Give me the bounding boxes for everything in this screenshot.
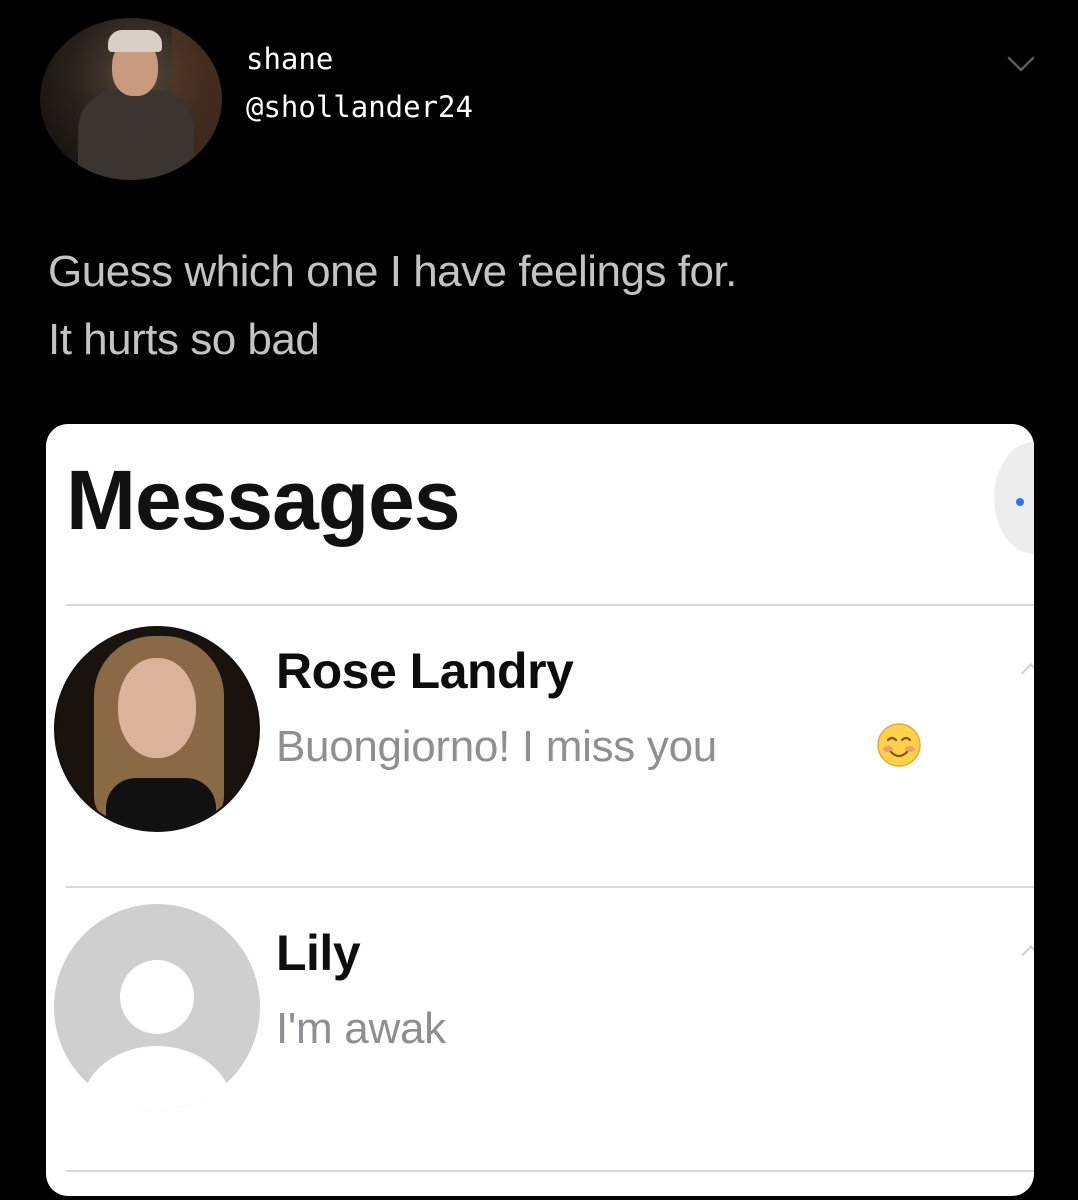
avatar-body — [78, 90, 194, 180]
avatar-face — [118, 658, 196, 758]
row-indicator-icon — [1021, 663, 1034, 683]
message-preview: I'm awak — [276, 1004, 446, 1053]
author-name[interactable]: shane — [246, 42, 333, 76]
tweet-header: shane @shollander24 — [40, 18, 1040, 183]
compose-button[interactable] — [994, 442, 1034, 554]
contact-name: Rose Landry — [276, 643, 574, 699]
avatar-body-shape — [82, 1046, 232, 1110]
chevron-down-icon[interactable] — [1006, 52, 1036, 76]
contact-avatar — [54, 626, 260, 832]
message-preview: Buongiorno! I miss you — [276, 722, 717, 771]
smiling-face-icon — [877, 723, 921, 767]
row-indicator-icon — [1021, 945, 1034, 965]
avatar-head-shape — [120, 960, 194, 1034]
author-avatar[interactable] — [40, 18, 222, 180]
default-contact-icon — [54, 904, 260, 1110]
compose-dot-icon — [1016, 498, 1024, 506]
author-handle[interactable]: @shollander24 — [246, 90, 473, 124]
page-title: Messages — [66, 453, 461, 547]
messages-screenshot: Messages Rose Landry Buongiorno! I miss … — [46, 424, 1034, 1196]
avatar-cap — [108, 30, 162, 52]
divider — [66, 1170, 1034, 1172]
contact-name: Lily — [276, 925, 361, 981]
avatar-shirt — [106, 778, 216, 830]
conversation-row-lily[interactable]: Lily I'm awak — [46, 888, 1034, 1168]
tweet-text: Guess which one I have feelings for. It … — [48, 247, 737, 364]
